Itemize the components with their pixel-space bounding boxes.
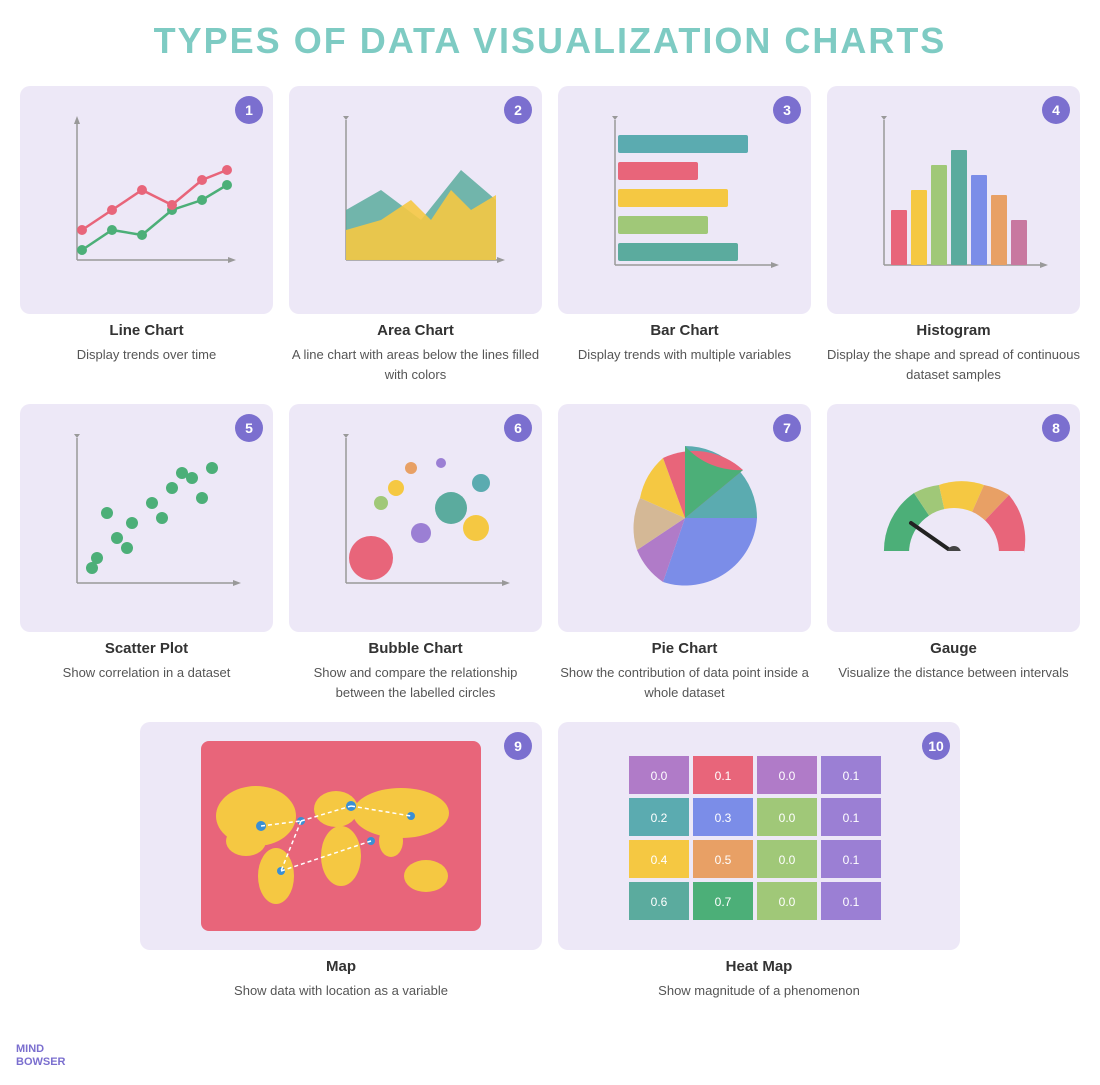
desc-2: A line chart with areas below the lines …: [289, 345, 542, 384]
svg-text:0.0: 0.0: [651, 769, 668, 783]
desc-8: Visualize the distance between intervals: [838, 663, 1068, 683]
bar-chart-svg: [590, 110, 780, 290]
svg-text:0.1: 0.1: [843, 811, 860, 825]
chart-box-3: 3: [558, 86, 811, 314]
svg-text:0.0: 0.0: [779, 895, 796, 909]
card-pie-chart: 7 Pie Chart Show the contribution of d: [558, 404, 811, 702]
chart-box-1: 1: [20, 86, 273, 314]
label-7: Pie Chart: [652, 640, 718, 657]
desc-1: Display trends over time: [77, 345, 216, 365]
card-bubble-chart: 6 Bubble Chart Show and compare the rela…: [289, 404, 542, 702]
pie-svg: [600, 433, 770, 603]
histogram-svg: [859, 110, 1049, 290]
badge-9: 9: [504, 732, 532, 760]
badge-4: 4: [1042, 96, 1070, 124]
card-area-chart: 2 Area Chart A line chart with areas bel…: [289, 86, 542, 384]
svg-text:0.0: 0.0: [779, 811, 796, 825]
badge-3: 3: [773, 96, 801, 124]
chart-box-2: 2: [289, 86, 542, 314]
chart-grid-row1: 1: [20, 86, 1080, 384]
desc-5: Show correlation in a dataset: [63, 663, 231, 683]
desc-10: Show magnitude of a phenomenon: [658, 981, 860, 1001]
badge-7: 7: [773, 414, 801, 442]
bubble-svg: [321, 428, 511, 608]
heatmap-svg: 0.0 0.1 0.0 0.1 0.2 0.3 0.0 0.1 0.4: [619, 741, 899, 931]
badge-5: 5: [235, 414, 263, 442]
svg-text:0.0: 0.0: [779, 769, 796, 783]
badge-10: 10: [922, 732, 950, 760]
chart-grid-row3: 9: [20, 722, 1080, 1001]
desc-6: Show and compare the relationship betwee…: [289, 663, 542, 702]
line-chart-svg: [52, 110, 242, 290]
badge-1: 1: [235, 96, 263, 124]
chart-grid-row2: 5 Scatter Plot Show: [20, 404, 1080, 702]
svg-text:0.0: 0.0: [779, 853, 796, 867]
svg-text:0.5: 0.5: [715, 853, 732, 867]
svg-text:0.4: 0.4: [651, 853, 668, 867]
label-1: Line Chart: [109, 322, 183, 339]
svg-text:0.1: 0.1: [715, 769, 732, 783]
chart-box-7: 7: [558, 404, 811, 632]
label-4: Histogram: [916, 322, 990, 339]
chart-box-6: 6: [289, 404, 542, 632]
desc-3: Display trends with multiple variables: [578, 345, 791, 365]
svg-text:0.1: 0.1: [843, 895, 860, 909]
svg-text:0.3: 0.3: [715, 811, 732, 825]
badge-2: 2: [504, 96, 532, 124]
label-6: Bubble Chart: [368, 640, 462, 657]
page-title: TYPES OF DATA VISUALIZATION CHARTS: [20, 20, 1080, 62]
label-9: Map: [326, 958, 356, 975]
label-3: Bar Chart: [650, 322, 718, 339]
label-8: Gauge: [930, 640, 977, 657]
card-map: 9: [140, 722, 542, 1001]
chart-box-9: 9: [140, 722, 542, 950]
card-histogram: 4 Histogram Display the shape and spread…: [827, 86, 1080, 384]
label-2: Area Chart: [377, 322, 454, 339]
chart-box-5: 5: [20, 404, 273, 632]
label-5: Scatter Plot: [105, 640, 188, 657]
card-bar-chart: 3 Bar Chart Display trends with multiple…: [558, 86, 811, 384]
title-highlight: CHARTS: [784, 20, 946, 61]
desc-4: Display the shape and spread of continuo…: [827, 345, 1080, 384]
svg-text:0.7: 0.7: [715, 895, 732, 909]
map-svg: [201, 741, 481, 931]
desc-9: Show data with location as a variable: [234, 981, 448, 1001]
scatter-svg: [52, 428, 242, 608]
title-main: TYPES OF DATA VISUALIZATION: [154, 20, 785, 61]
label-10: Heat Map: [726, 958, 793, 975]
area-chart-svg: [321, 110, 511, 290]
badge-8: 8: [1042, 414, 1070, 442]
gauge-svg: [859, 433, 1049, 603]
card-heat-map: 10 0.0 0.1 0.0 0.1 0.2 0.3 0.0: [558, 722, 960, 1001]
svg-text:0.1: 0.1: [843, 853, 860, 867]
card-scatter-plot: 5 Scatter Plot Show: [20, 404, 273, 702]
chart-box-10: 10 0.0 0.1 0.0 0.1 0.2 0.3 0.0: [558, 722, 960, 950]
card-line-chart: 1: [20, 86, 273, 384]
watermark: MIND BOWSER: [16, 1043, 66, 1069]
badge-6: 6: [504, 414, 532, 442]
svg-text:0.2: 0.2: [651, 811, 668, 825]
svg-text:0.1: 0.1: [843, 769, 860, 783]
svg-text:0.6: 0.6: [651, 895, 668, 909]
desc-7: Show the contribution of data point insi…: [558, 663, 811, 702]
chart-box-4: 4: [827, 86, 1080, 314]
chart-box-8: 8: [827, 404, 1080, 632]
card-gauge: 8 Gaug: [827, 404, 1080, 702]
